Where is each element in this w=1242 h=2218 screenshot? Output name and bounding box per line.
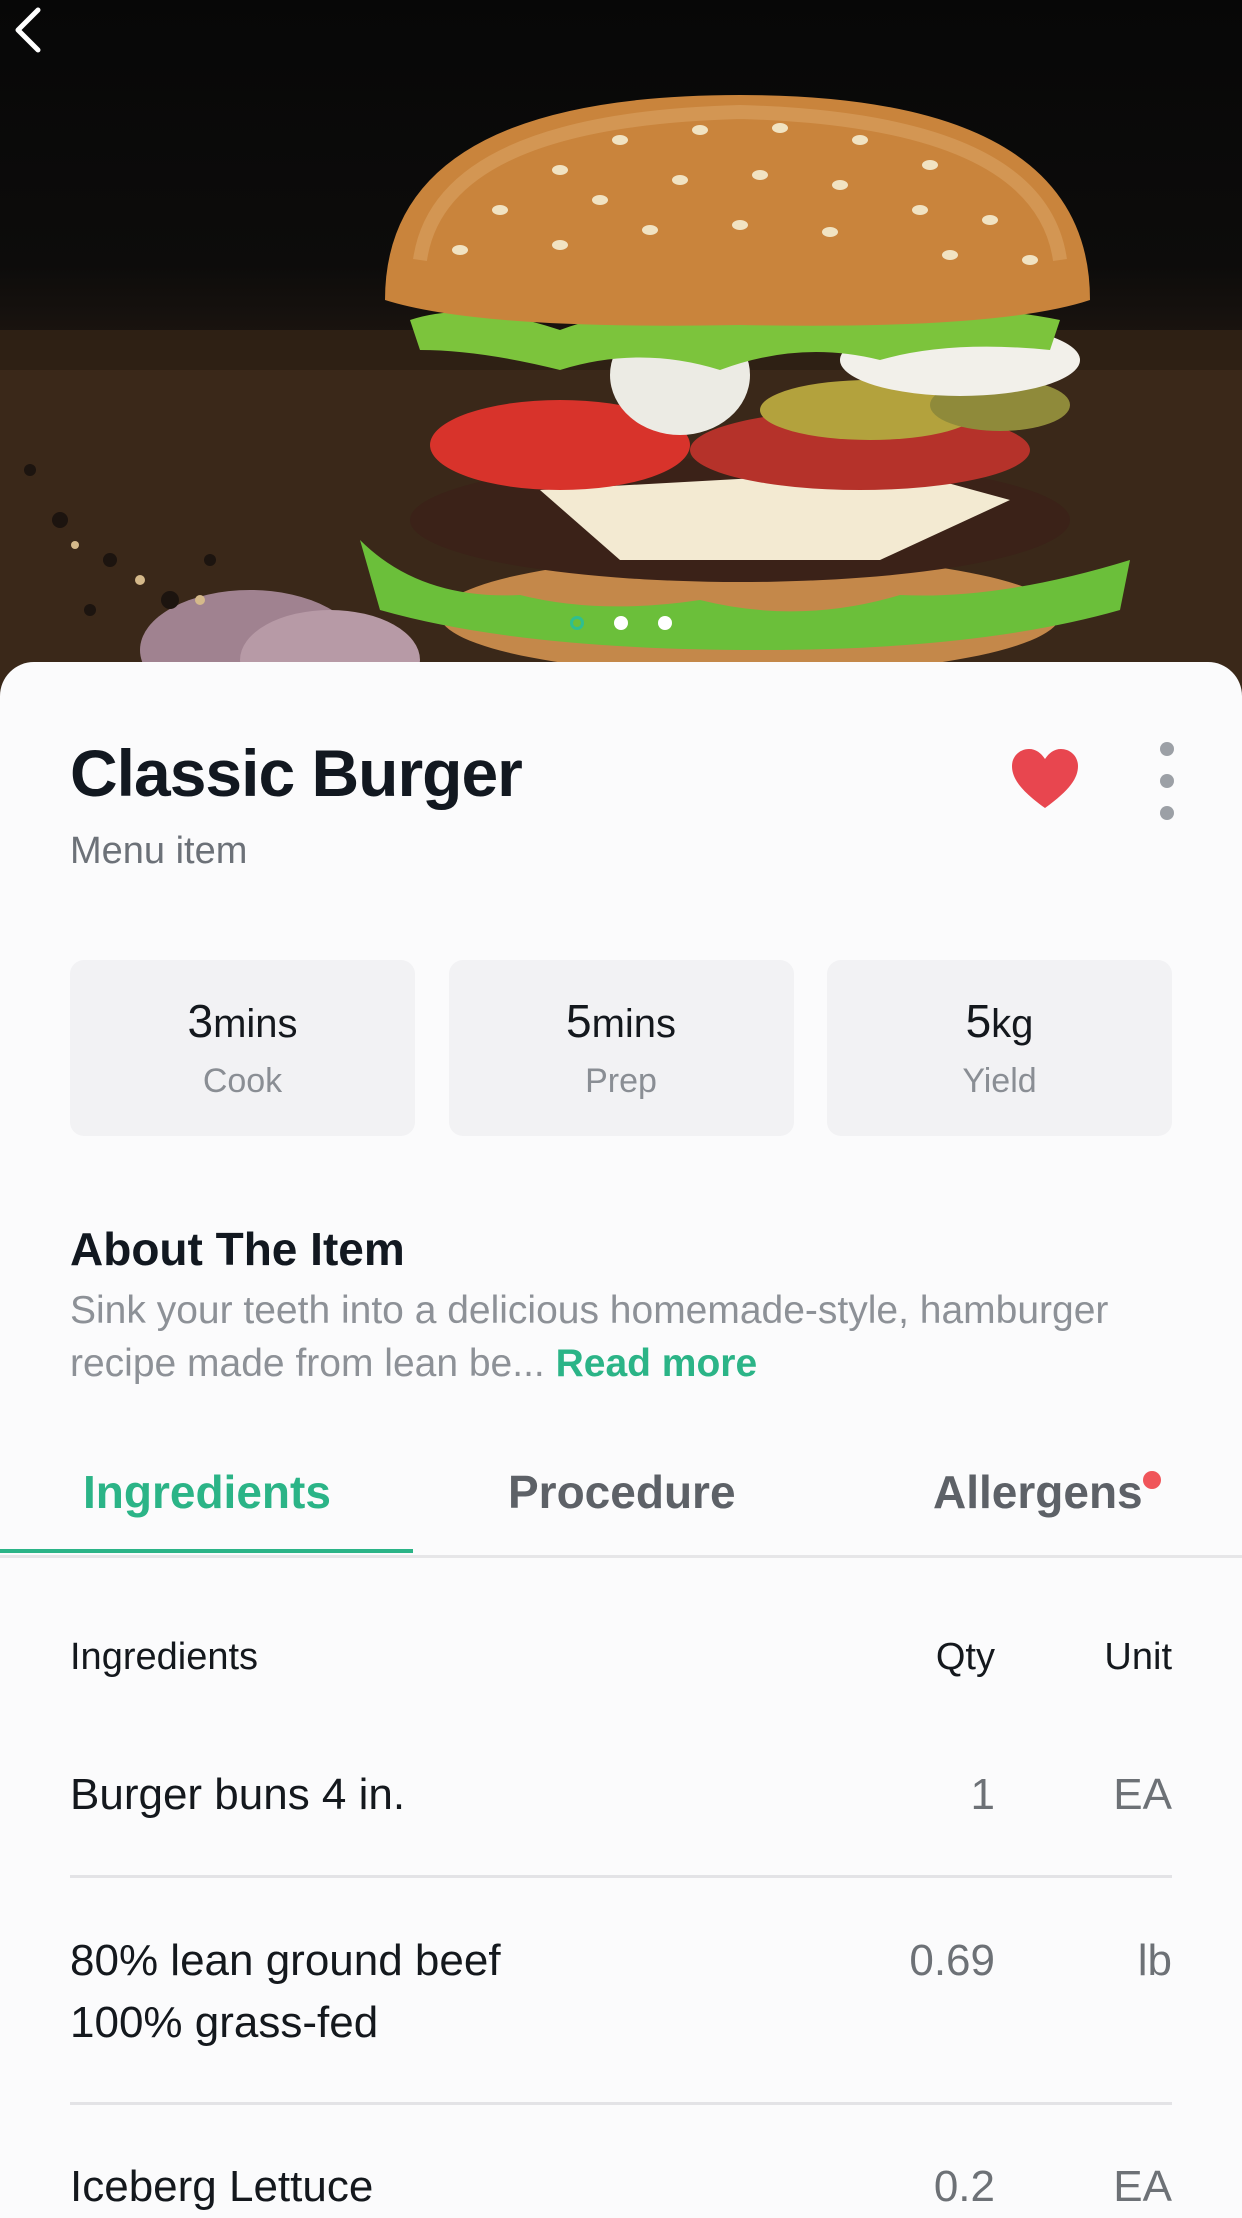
stat-prep: 5mins Prep (448, 960, 794, 1136)
hero-image (0, 0, 1242, 700)
ingredient-qty: 0.69 (909, 1936, 995, 1985)
ingredient-qty: 1 (970, 1770, 995, 1819)
stats-row: 3mins Cook 5mins Prep 5kg Yield (70, 960, 1172, 1136)
carousel-dot[interactable] (570, 616, 584, 630)
ingredient-name-line: 80% lean ground beef (70, 1936, 501, 1985)
tab-label: Allergens (933, 1466, 1143, 1518)
stat-value: 5 (965, 995, 992, 1047)
burger-illustration (0, 95, 1242, 700)
about-heading: About The Item (70, 1223, 405, 1275)
carousel-dot[interactable] (614, 616, 628, 630)
row-divider (70, 1875, 1172, 1878)
page-title: Classic Burger (70, 736, 523, 810)
carousel-dots[interactable] (0, 616, 1242, 630)
header-unit: Unit (1104, 1636, 1172, 1678)
ingredient-name-line: 100% grass-fed (70, 1998, 379, 2047)
ingredient-name: Iceberg Lettuce (70, 2162, 374, 2211)
header-qty: Qty (935, 1636, 995, 1678)
more-options-icon[interactable] (1150, 742, 1184, 820)
stat-unit: kg (991, 1002, 1034, 1046)
tab-allergens[interactable]: Allergens (933, 1465, 1161, 1519)
stat-label: Cook (202, 1062, 283, 1100)
row-divider (70, 2102, 1172, 2105)
stat-value: 5 (565, 995, 592, 1047)
tab-ingredients[interactable]: Ingredients (83, 1465, 331, 1519)
item-subtitle: Menu item (70, 830, 248, 872)
tab-procedure[interactable]: Procedure (508, 1465, 736, 1519)
alert-dot (1142, 1471, 1161, 1489)
tab-label: Ingredients (83, 1466, 331, 1518)
active-tab-indicator (0, 1549, 413, 1553)
ingredient-unit: lb (1137, 1936, 1172, 1985)
stat-label: Yield (962, 1062, 1037, 1100)
stat-yield: 5kg Yield (827, 960, 1172, 1136)
about-description: Sink your teeth into a delicious homemad… (70, 1284, 1180, 1390)
stat-cook: 3mins Cook (70, 960, 415, 1136)
tab-bar: Ingredients Procedure Allergens (0, 1455, 1242, 1558)
favorite-heart-icon[interactable] (1010, 748, 1080, 810)
header-ingredients: Ingredients (70, 1636, 259, 1678)
stat-unit: mins (591, 1002, 677, 1046)
ingredient-unit: EA (1113, 2162, 1172, 2211)
ingredient-name: 80% lean ground beef 100% grass-fed (70, 1930, 501, 2054)
tab-label: Procedure (508, 1466, 736, 1518)
read-more-link[interactable]: Read more (556, 1342, 758, 1385)
back-arrow-icon[interactable] (0, 0, 60, 60)
stat-value: 3 (187, 995, 214, 1047)
ingredient-qty: 0.2 (933, 2162, 995, 2211)
stat-label: Prep (585, 1062, 657, 1100)
ingredient-unit: EA (1113, 1770, 1172, 1819)
ingredient-name: Burger buns 4 in. (70, 1770, 406, 1819)
carousel-dot[interactable] (658, 616, 672, 630)
stat-unit: mins (213, 1002, 298, 1046)
